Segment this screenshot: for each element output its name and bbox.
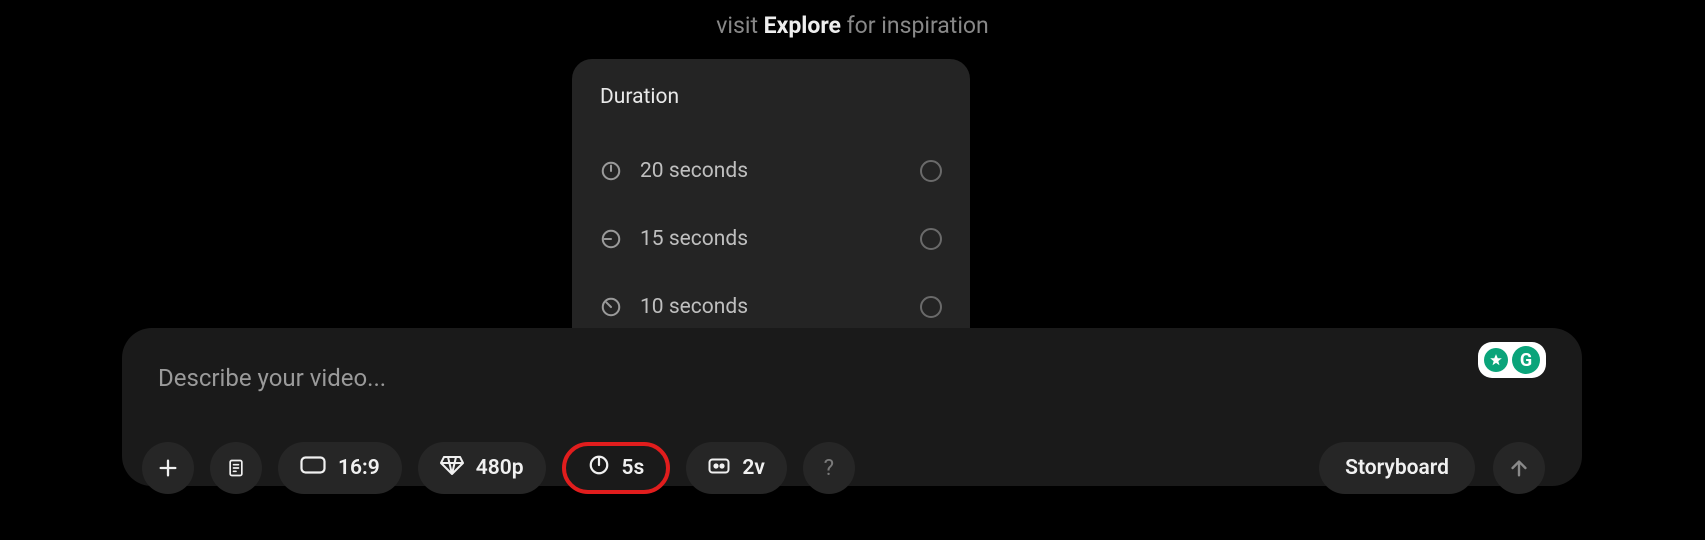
duration-option-label: 15 seconds: [640, 227, 920, 251]
resolution-label: 480p: [476, 456, 524, 480]
variants-icon: [708, 456, 730, 480]
prompt-input[interactable]: Describe your video...: [158, 364, 386, 392]
aspect-ratio-icon: [300, 456, 326, 480]
toolbar: 16:9 480p 5s 2v ?: [142, 442, 855, 494]
explore-hint: visit Explore for inspiration: [716, 12, 989, 39]
right-controls: Storyboard: [1319, 442, 1545, 494]
help-label: ?: [824, 456, 834, 481]
storyboard-button[interactable]: Storyboard: [1319, 442, 1475, 494]
hint-suffix: for inspiration: [841, 12, 989, 39]
add-button[interactable]: [142, 442, 194, 494]
variants-button[interactable]: 2v: [686, 442, 787, 494]
storyboard-label: Storyboard: [1345, 456, 1449, 480]
grammarly-badge[interactable]: G: [1478, 342, 1546, 378]
duration-option-label: 20 seconds: [640, 159, 920, 183]
radio-icon: [920, 228, 942, 250]
submit-button[interactable]: [1493, 442, 1545, 494]
arrow-up-icon: [1508, 457, 1530, 479]
duration-option-20[interactable]: 20 seconds: [600, 137, 942, 205]
grammarly-tone-icon: [1484, 348, 1508, 372]
variants-label: 2v: [742, 456, 765, 480]
clock-icon: [600, 296, 622, 318]
help-button[interactable]: ?: [803, 442, 855, 494]
aspect-ratio-label: 16:9: [338, 456, 380, 480]
hint-prefix: visit: [716, 12, 763, 39]
settings-button[interactable]: [210, 442, 262, 494]
radio-icon: [920, 296, 942, 318]
duration-option-label: 10 seconds: [640, 295, 920, 319]
clock-icon: [600, 228, 622, 250]
resolution-button[interactable]: 480p: [418, 442, 546, 494]
diamond-icon: [440, 455, 464, 481]
duration-label: 5s: [622, 456, 645, 480]
duration-button[interactable]: 5s: [562, 442, 671, 494]
clock-icon: [588, 454, 610, 482]
aspect-ratio-button[interactable]: 16:9: [278, 442, 402, 494]
duration-option-15[interactable]: 15 seconds: [600, 205, 942, 273]
radio-icon: [920, 160, 942, 182]
hint-bold[interactable]: Explore: [764, 12, 841, 39]
clock-icon: [600, 160, 622, 182]
duration-title: Duration: [600, 85, 942, 109]
grammarly-icon: G: [1512, 346, 1540, 374]
